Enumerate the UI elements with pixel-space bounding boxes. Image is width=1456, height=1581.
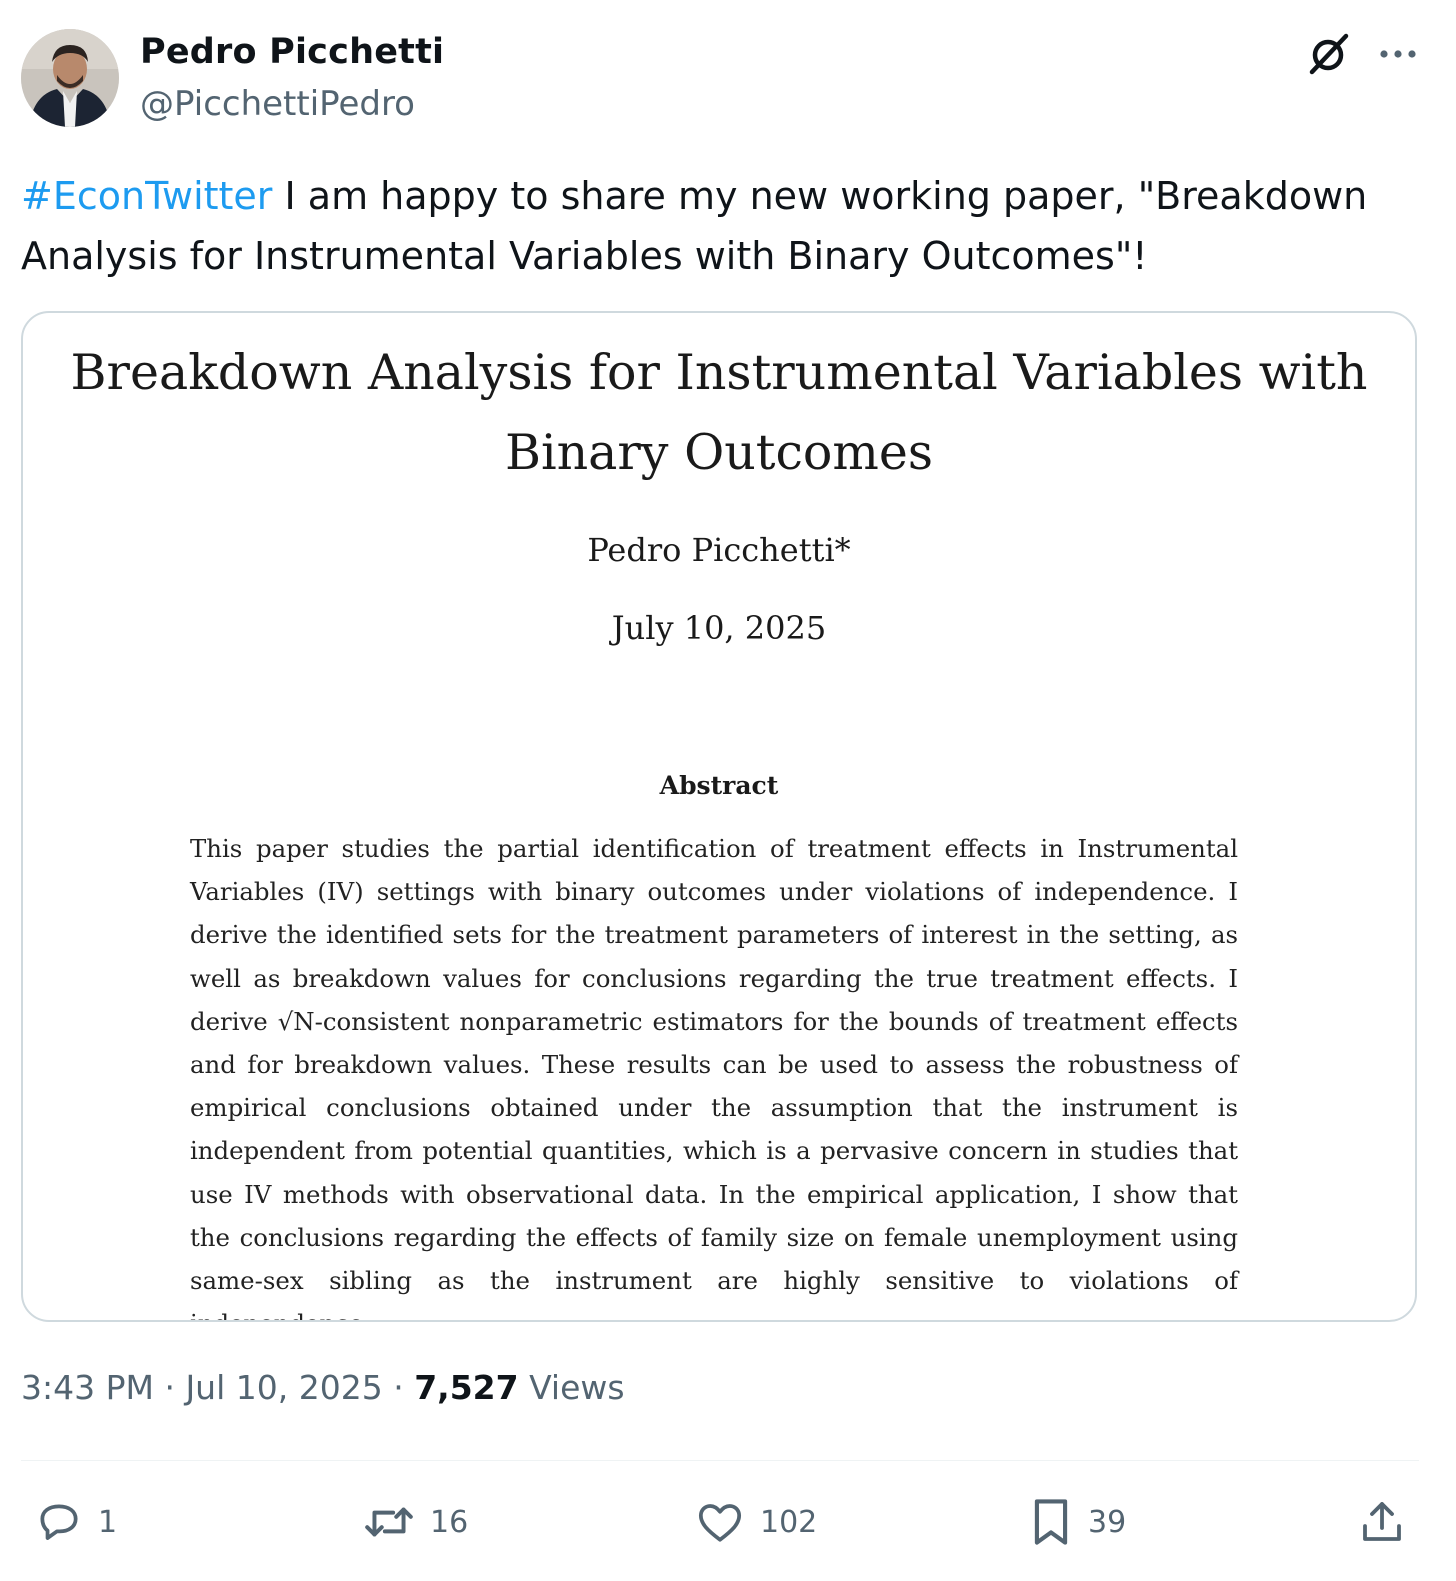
paper-date: July 10, 2025 xyxy=(611,609,827,647)
repost-button[interactable]: 16 xyxy=(362,1492,468,1552)
bookmark-count: 39 xyxy=(1088,1504,1127,1540)
paper-title-line-1: Breakdown Analysis for Instrumental Vari… xyxy=(70,344,1368,401)
author-name[interactable]: Pedro Picchetti xyxy=(140,32,444,72)
divider xyxy=(21,1460,1419,1461)
bookmark-button[interactable]: 39 xyxy=(1028,1492,1126,1552)
paper-title-line-2: Binary Outcomes xyxy=(504,424,934,481)
meta-separator: · xyxy=(153,1368,186,1407)
like-button[interactable]: 102 xyxy=(694,1492,817,1552)
abstract-heading: Abstract xyxy=(659,771,779,800)
reply-count: 1 xyxy=(98,1504,118,1540)
reply-icon xyxy=(34,1497,84,1547)
reply-button[interactable]: 1 xyxy=(34,1492,117,1552)
tweet-text: #EconTwitter I am happy to share my new … xyxy=(21,166,1421,286)
views-label: Views xyxy=(518,1368,625,1407)
share-button[interactable] xyxy=(1358,1492,1406,1552)
media-image-card[interactable]: Breakdown Analysis for Instrumental Vari… xyxy=(21,311,1417,1322)
more-icon[interactable] xyxy=(1374,40,1422,68)
grok-icon[interactable] xyxy=(1304,30,1352,78)
like-count: 102 xyxy=(760,1504,818,1540)
tweet-time[interactable]: 3:43 PM xyxy=(21,1368,154,1407)
hashtag-link[interactable]: #EconTwitter xyxy=(21,174,272,218)
repost-icon xyxy=(362,1497,416,1547)
avatar-photo xyxy=(21,29,119,127)
bookmark-icon xyxy=(1028,1496,1074,1548)
views-count: 7,527 xyxy=(414,1368,519,1407)
paper-title: Breakdown Analysis for Instrumental Vari… xyxy=(23,333,1415,493)
avatar[interactable] xyxy=(21,29,119,127)
paper-author: Pedro Picchetti* xyxy=(587,531,851,569)
share-icon xyxy=(1358,1497,1406,1547)
tweet-meta: 3:43 PM · Jul 10, 2025 · 7,527 Views xyxy=(21,1368,625,1407)
tweet-date[interactable]: Jul 10, 2025 xyxy=(185,1368,382,1407)
repost-count: 16 xyxy=(430,1504,469,1540)
heart-icon xyxy=(694,1497,746,1547)
meta-separator: · xyxy=(382,1368,415,1407)
author-handle[interactable]: @PicchettiPedro xyxy=(140,84,415,124)
abstract-text: This paper studies the partial identific… xyxy=(190,834,1238,1320)
